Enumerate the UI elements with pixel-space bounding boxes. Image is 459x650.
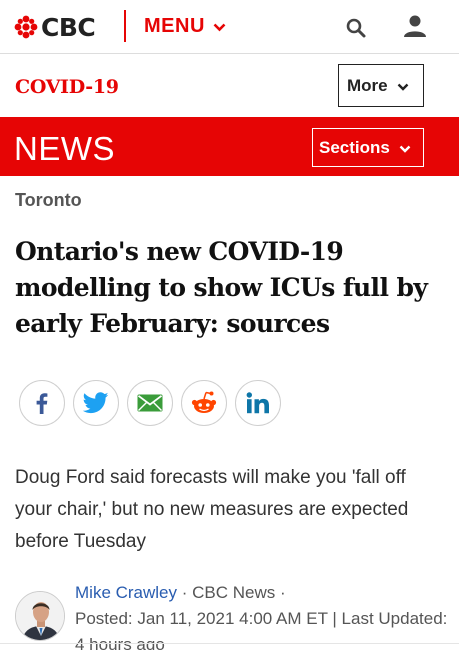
article-deck: Doug Ford said forecasts will make you '… [15, 467, 409, 552]
byline-separator: · [275, 583, 286, 602]
more-button[interactable]: More [338, 64, 424, 107]
share-facebook-button[interactable] [19, 380, 65, 426]
share-buttons [19, 380, 289, 428]
email-icon [137, 394, 163, 412]
top-header: CBC MENU [0, 0, 459, 54]
cbc-gem-icon [14, 15, 38, 39]
bottom-divider [0, 643, 459, 644]
menu-button[interactable]: MENU [144, 12, 226, 40]
facebook-icon [36, 393, 48, 414]
posted-date: Posted: Jan 11, 2021 4:00 AM ET [75, 609, 328, 628]
chevron-down-icon [213, 23, 226, 32]
twitter-icon [83, 392, 109, 414]
header-divider [124, 10, 126, 42]
byline: Mike Crawley · CBC News · Posted: Jan 11… [15, 578, 455, 650]
author-photo [16, 592, 64, 640]
share-twitter-button[interactable] [73, 380, 119, 426]
share-reddit-button[interactable] [181, 380, 227, 426]
reddit-icon [191, 391, 217, 413]
date-divider: | [327, 609, 342, 628]
user-icon[interactable] [402, 13, 428, 39]
topic-label[interactable]: COVID-19 [15, 76, 119, 98]
chevron-down-icon [399, 145, 411, 153]
news-label[interactable]: NEWS [14, 130, 115, 168]
share-email-button[interactable] [127, 380, 173, 426]
section-link[interactable]: Toronto [15, 190, 82, 211]
byline-separator: · [177, 583, 193, 602]
share-linkedin-button[interactable] [235, 380, 281, 426]
chevron-down-icon [397, 83, 408, 91]
search-icon[interactable] [344, 16, 368, 40]
article-headline: Ontario's new COVID-19 modelling to show… [15, 237, 428, 338]
author-link[interactable]: Mike Crawley [75, 583, 177, 602]
menu-label: MENU [144, 14, 205, 37]
sections-button[interactable]: Sections [312, 128, 424, 167]
sections-label: Sections [319, 137, 390, 157]
more-label: More [347, 75, 388, 95]
byline-text: Mike Crawley · CBC News · Posted: Jan 11… [75, 580, 455, 650]
byline-source: CBC News [192, 583, 276, 602]
linkedin-icon [246, 392, 269, 414]
logo-text: CBC [41, 12, 96, 42]
author-avatar[interactable] [15, 591, 65, 641]
cbc-logo[interactable]: CBC [14, 12, 96, 42]
